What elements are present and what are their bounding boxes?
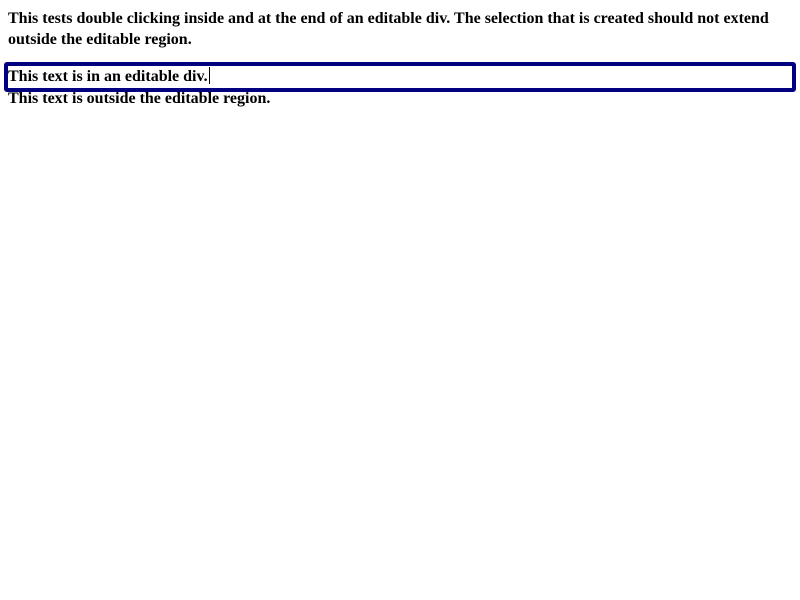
editable-text-line[interactable]: This text is in an editable div. xyxy=(8,66,210,88)
outside-text: This text is outside the editable region… xyxy=(8,90,271,107)
test-page: This tests double clicking inside and at… xyxy=(0,0,800,600)
test-description: This tests double clicking inside and at… xyxy=(8,10,769,48)
editable-text[interactable]: This text is in an editable div. xyxy=(8,68,208,85)
text-caret xyxy=(208,67,210,84)
